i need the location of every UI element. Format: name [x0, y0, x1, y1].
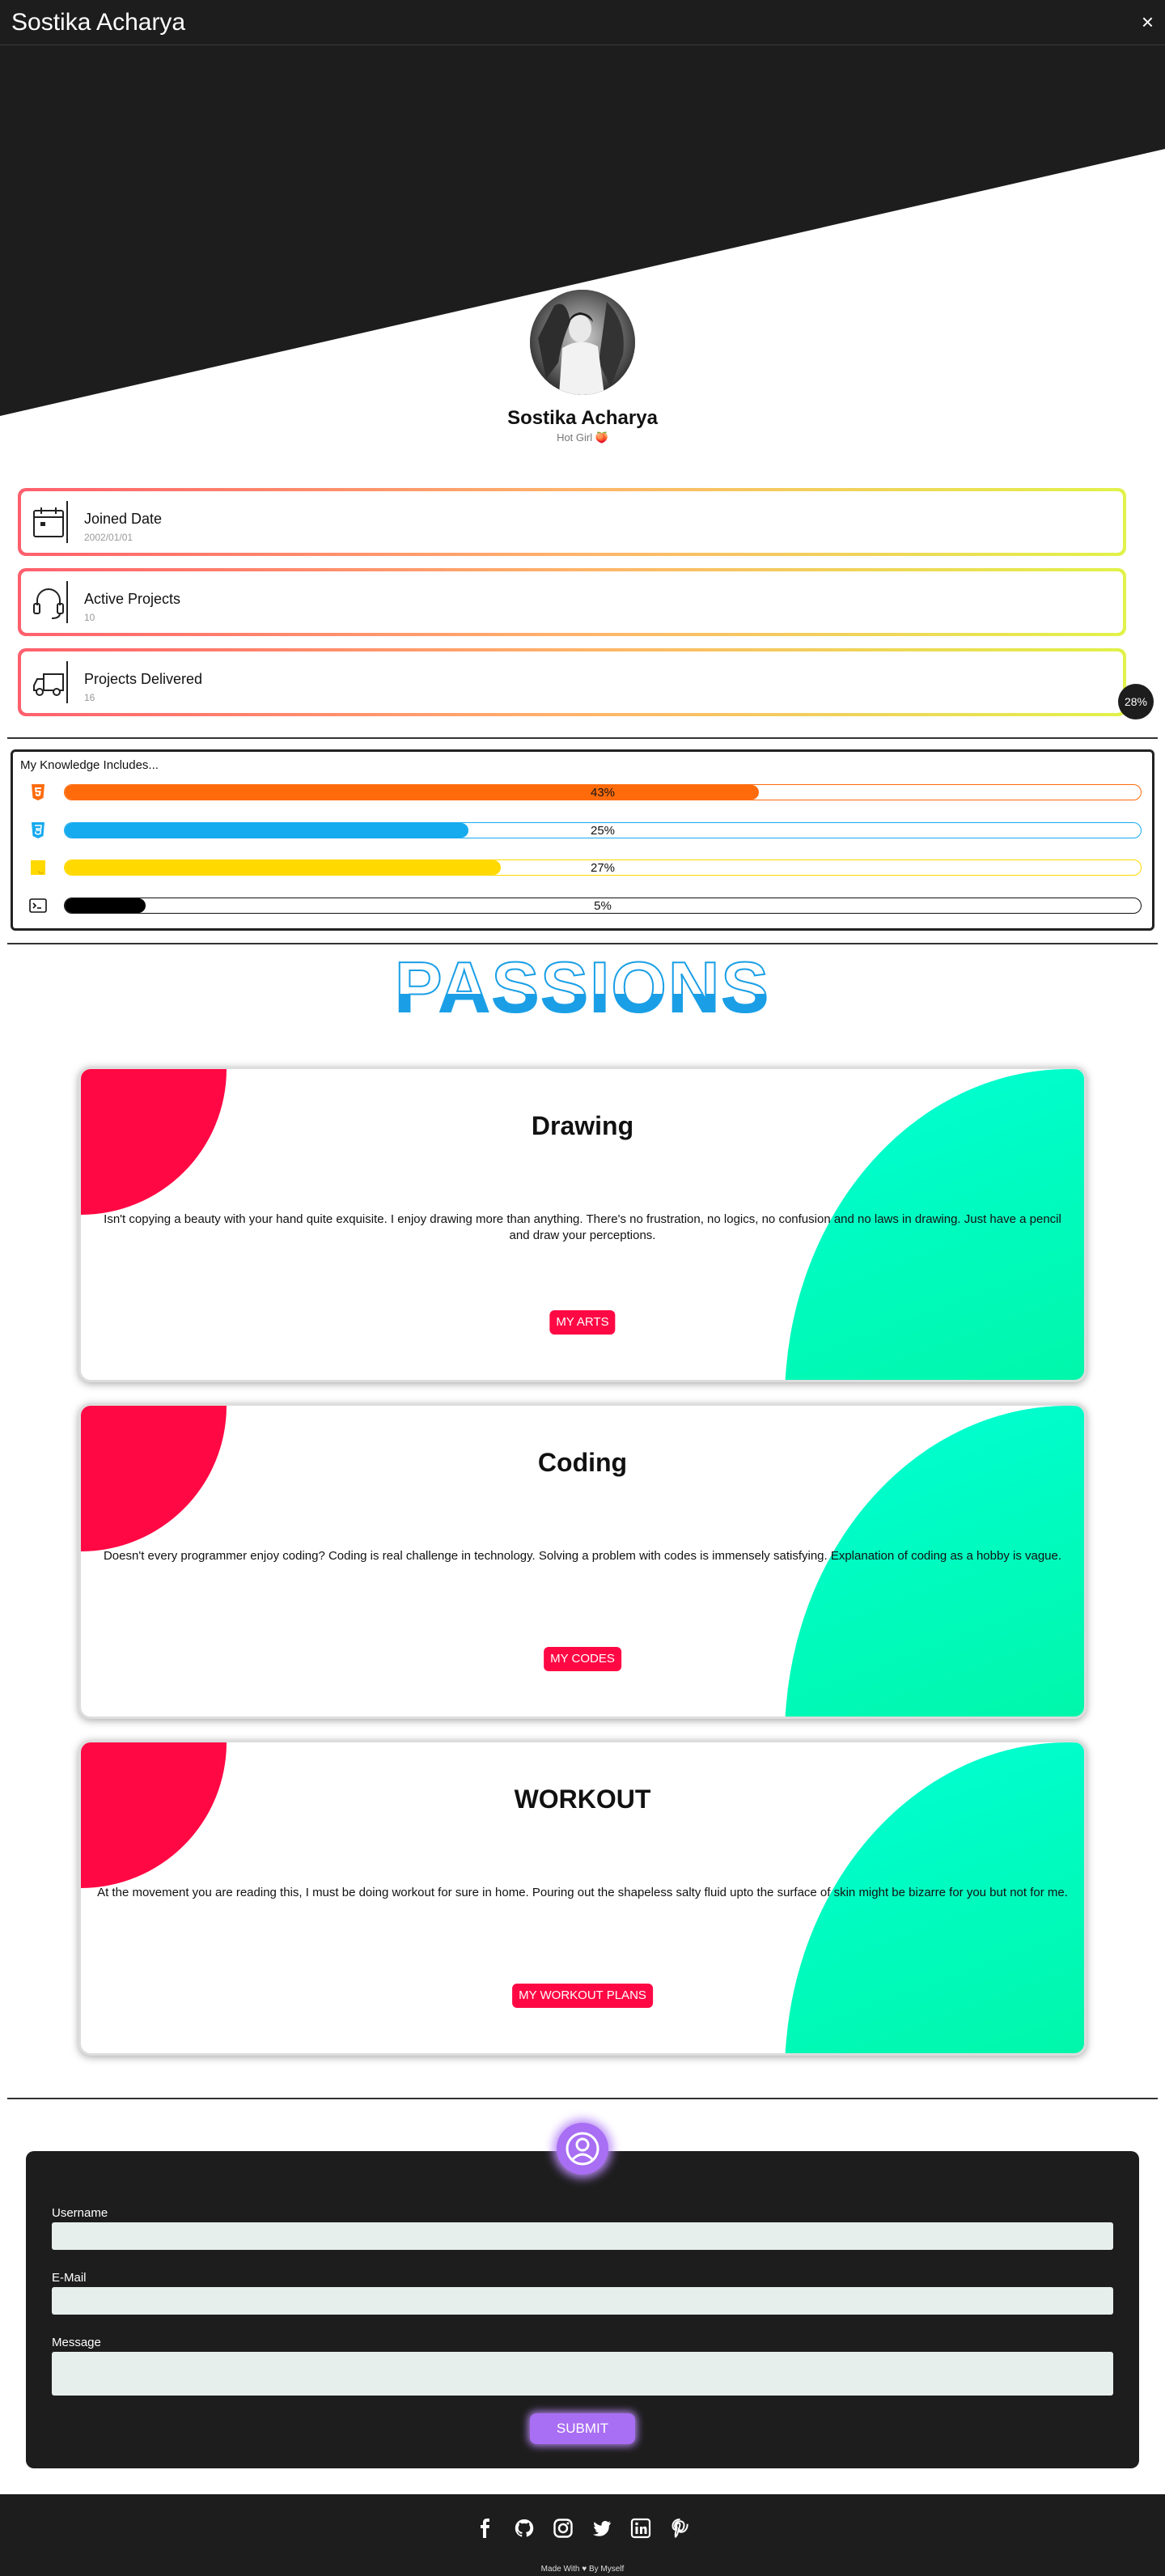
- passion-title: WORKOUT: [514, 1785, 651, 1814]
- site-title: Sostika Acharya: [11, 9, 186, 36]
- footer-credit: Made With ♥ By Myself: [540, 2565, 625, 2574]
- email-input[interactable]: [52, 2287, 1113, 2315]
- avatar: [530, 290, 635, 395]
- skill-percent: 43%: [590, 786, 616, 800]
- twitter-icon[interactable]: [591, 2517, 613, 2540]
- my-arts-button[interactable]: MY ARTS: [549, 1310, 616, 1335]
- html5-icon: [32, 784, 44, 800]
- peach-emoji: 🍑: [595, 431, 608, 443]
- headset-icon: [33, 588, 64, 619]
- linkedin-icon[interactable]: [629, 2517, 652, 2540]
- message-label: Message: [52, 2336, 101, 2349]
- contact-form: Username E-Mail Message SUBMIT: [26, 2151, 1139, 2468]
- passion-card-drawing: Drawing Isn't copying a beauty with your…: [81, 1069, 1084, 1380]
- skill-row-javascript: 27%: [29, 858, 1142, 877]
- info-separator: [66, 661, 68, 703]
- skill-percent: 25%: [590, 824, 616, 838]
- decorative-blob: [81, 1069, 227, 1215]
- skills-heading: My Knowledge Includes...: [20, 758, 159, 772]
- username-label: Username: [52, 2206, 108, 2220]
- terminal-icon: [29, 898, 47, 913]
- info-card-projects-delivered: Projects Delivered 16: [18, 648, 1126, 716]
- profile-name: Sostika Acharya: [507, 407, 658, 429]
- divider: [7, 2098, 1158, 2099]
- delivery-truck-icon: [33, 673, 64, 696]
- passion-description: Isn't copying a beauty with your hand qu…: [104, 1212, 1061, 1242]
- passion-card-coding: Coding Doesn't every programmer enjoy co…: [81, 1406, 1084, 1717]
- passion-card-workout: WORKOUT At the movement you are reading …: [81, 1742, 1084, 2053]
- facebook-icon[interactable]: [474, 2517, 497, 2540]
- email-label: E-Mail: [52, 2271, 87, 2285]
- close-icon[interactable]: ×: [1142, 11, 1154, 32]
- pinterest-icon[interactable]: [668, 2517, 691, 2540]
- passion-title: Drawing: [531, 1111, 634, 1140]
- footer: Made With ♥ By Myself: [0, 2494, 1165, 2576]
- user-avatar-icon: [557, 2123, 608, 2175]
- info-value: 16: [84, 692, 95, 703]
- divider: [7, 737, 1158, 739]
- decorative-blob: [81, 1406, 227, 1551]
- username-input[interactable]: [52, 2222, 1113, 2250]
- info-label: Projects Delivered: [84, 671, 203, 687]
- submit-button[interactable]: SUBMIT: [530, 2413, 635, 2444]
- instagram-icon[interactable]: [552, 2517, 574, 2540]
- calendar-icon: [33, 507, 64, 537]
- skill-percent: 27%: [590, 861, 616, 875]
- info-label: Joined Date: [84, 511, 163, 527]
- divider: [7, 943, 1158, 944]
- javascript-icon: [31, 860, 45, 875]
- skill-percent: 5%: [594, 899, 612, 913]
- scroll-progress-badge[interactable]: 28%: [1118, 684, 1154, 719]
- profile-subtitle-text: Hot Girl: [557, 431, 593, 443]
- info-label: Active Projects: [84, 591, 181, 607]
- skill-row-terminal: 5%: [29, 896, 1142, 915]
- my-codes-button[interactable]: MY CODES: [544, 1647, 621, 1671]
- passion-description: Doesn't every programmer enjoy coding? C…: [103, 1549, 1062, 1563]
- decorative-blob: [81, 1742, 227, 1888]
- skill-row-css3: 25%: [29, 821, 1142, 840]
- top-bar: Sostika Acharya ×: [0, 0, 1165, 45]
- my-workout-plans-button[interactable]: MY WORKOUT PLANS: [512, 1984, 653, 2008]
- info-card-joined-date: Joined Date 2002/01/01: [18, 488, 1126, 556]
- info-separator: [66, 581, 68, 623]
- info-separator: [66, 501, 68, 543]
- passion-description: At the movement you are reading this, I …: [97, 1886, 1068, 1899]
- info-card-active-projects: Active Projects 10: [18, 568, 1126, 636]
- passion-title: Coding: [537, 1448, 628, 1477]
- passions-title: PASSIONS PASSIONS: [0, 946, 1165, 1028]
- message-textarea[interactable]: [52, 2352, 1113, 2396]
- skills-panel: My Knowledge Includes... 43% 25% 27% 5%: [11, 749, 1154, 931]
- skill-row-html5: 43%: [29, 783, 1142, 802]
- info-value: 2002/01/01: [84, 532, 133, 543]
- css3-icon: [32, 822, 44, 838]
- profile-subtitle: Hot Girl 🍑: [0, 431, 1165, 444]
- github-icon[interactable]: [513, 2517, 536, 2540]
- info-value: 10: [84, 612, 95, 623]
